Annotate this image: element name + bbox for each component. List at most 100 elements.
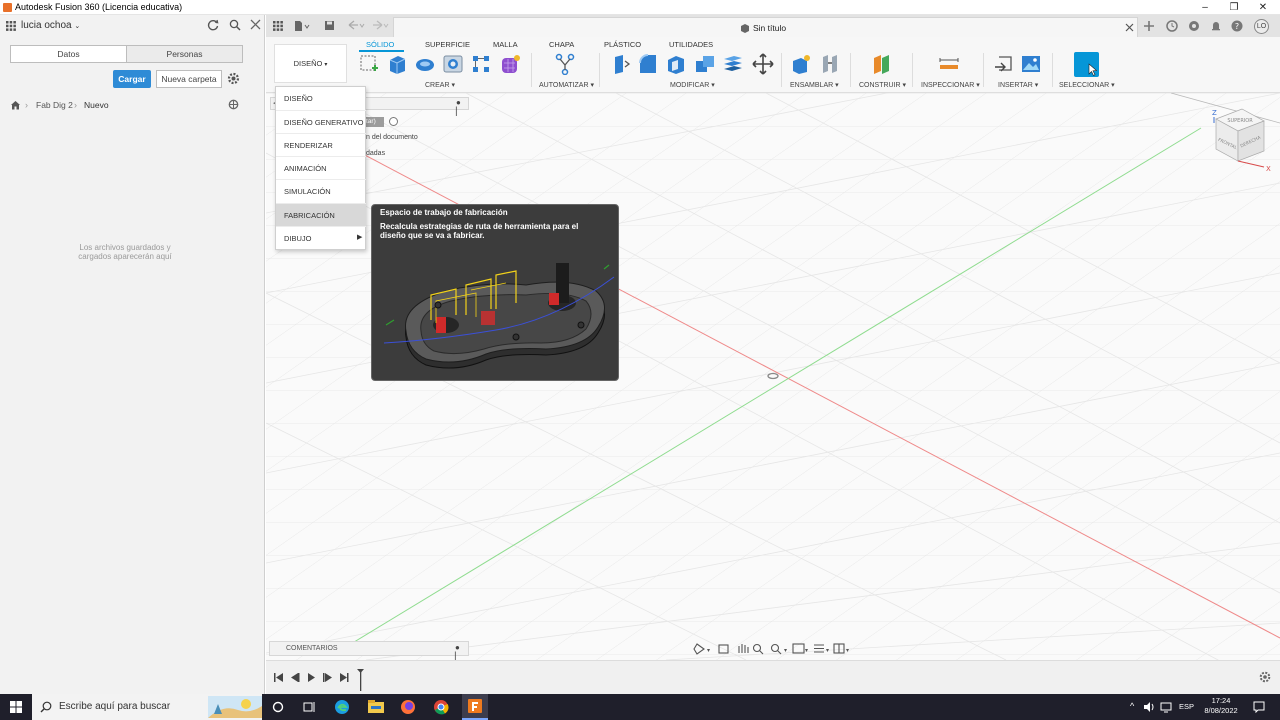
taskbar-search-box[interactable]: Escribe aquí para buscar: [32, 694, 262, 720]
viewcube[interactable]: SUPERIOR FRONTAL DERECHA Z X: [1206, 105, 1272, 173]
activate-radio-icon[interactable]: [389, 117, 398, 126]
menu-item-diseno-generativo[interactable]: DISEÑO GENERATIVO: [276, 110, 366, 133]
menu-item-dibujo[interactable]: DIBUJO: [276, 226, 366, 249]
revolve-icon[interactable]: [414, 53, 436, 75]
edge-browser-icon[interactable]: [334, 699, 350, 715]
new-component-icon[interactable]: [790, 53, 812, 75]
press-pull-icon[interactable]: [609, 53, 631, 75]
menu-item-fabricacion[interactable]: FABRICACIÓN: [276, 203, 366, 226]
timeline-settings-icon[interactable]: [1259, 671, 1271, 683]
fillet-icon[interactable]: [637, 53, 659, 75]
combine-icon[interactable]: [694, 53, 716, 75]
move-icon[interactable]: [752, 53, 774, 75]
measure-icon[interactable]: [938, 53, 960, 75]
browser-item-named-views[interactable]: dadas: [366, 150, 385, 157]
offset-face-icon[interactable]: [722, 53, 744, 75]
browser-options-icon[interactable]: ● ▏: [456, 98, 468, 116]
minimize-button[interactable]: –: [1190, 0, 1220, 15]
tab-personas[interactable]: Personas: [126, 45, 243, 63]
help-icon[interactable]: ?: [1231, 20, 1243, 32]
tab-malla[interactable]: MALLA: [493, 40, 518, 49]
group-construir[interactable]: CONSTRUIR ▾: [859, 81, 906, 89]
menu-item-animacion[interactable]: ANIMACIÓN: [276, 156, 366, 179]
create-sketch-icon[interactable]: [358, 53, 380, 75]
volume-icon[interactable]: [1143, 701, 1155, 713]
automate-icon[interactable]: [554, 53, 576, 75]
group-insertar[interactable]: INSERTAR ▾: [998, 81, 1038, 89]
tab-chapa[interactable]: CHAPA: [549, 40, 574, 49]
insert-derive-icon[interactable]: [993, 53, 1015, 75]
tab-utilidades[interactable]: UTILIDADES: [669, 40, 713, 49]
grid-icon[interactable]: [6, 21, 16, 31]
menu-item-simulacion[interactable]: SIMULACIÓN: [276, 179, 366, 202]
browser-item-document-settings[interactable]: n del documento: [366, 134, 418, 141]
firefox-icon[interactable]: [400, 699, 416, 715]
undo-icon[interactable]: [346, 19, 366, 31]
close-panel-icon[interactable]: [250, 19, 261, 30]
shell-icon[interactable]: [665, 53, 687, 75]
language-indicator[interactable]: ESP: [1179, 702, 1194, 711]
group-modificar[interactable]: MODIFICAR ▾: [670, 81, 715, 89]
comments-panel[interactable]: COMENTARIOS ● ▏: [269, 641, 469, 661]
home-icon[interactable]: [10, 100, 21, 110]
svg-text:▾: ▾: [846, 647, 849, 654]
team-settings-icon[interactable]: [228, 99, 239, 110]
select-icon[interactable]: [1074, 52, 1099, 77]
job-status-icon[interactable]: [1188, 20, 1200, 32]
notification-center-icon[interactable]: [1253, 701, 1265, 713]
chrome-icon[interactable]: [433, 699, 449, 715]
tab-solido[interactable]: SÓLIDO: [366, 40, 394, 49]
refresh-icon[interactable]: [207, 19, 219, 31]
extrude-icon[interactable]: [386, 53, 408, 75]
display-settings-icon: [792, 643, 805, 654]
cortana-icon[interactable]: [272, 701, 284, 713]
tab-superficie[interactable]: SUPERFICIE: [425, 40, 470, 49]
user-menu[interactable]: lucia ochoa ⌄: [21, 20, 80, 31]
data-panel-toggle-icon[interactable]: [273, 21, 283, 31]
joint-icon[interactable]: [819, 53, 841, 75]
menu-item-diseno[interactable]: DISEÑO: [276, 87, 366, 110]
tab-plastico[interactable]: PLÁSTICO: [604, 40, 641, 49]
document-tab[interactable]: Sin título: [393, 17, 1138, 37]
new-tab-icon[interactable]: [1143, 20, 1155, 32]
maximize-button[interactable]: ❐: [1219, 0, 1249, 15]
redo-icon[interactable]: [370, 19, 390, 31]
extensions-icon[interactable]: [1166, 20, 1178, 32]
group-inspeccionar[interactable]: INSPECCIONAR ▾: [921, 81, 980, 89]
group-seleccionar[interactable]: SELECCIONAR ▾: [1059, 81, 1115, 89]
save-icon[interactable]: [324, 20, 335, 31]
group-crear[interactable]: CREAR ▾: [425, 81, 455, 89]
windows-start-icon[interactable]: [10, 701, 22, 713]
file-icon[interactable]: [294, 20, 310, 32]
tab-datos[interactable]: Datos: [10, 45, 127, 63]
upload-button[interactable]: Cargar: [113, 70, 151, 88]
submenu-arrow-icon: ▶: [357, 234, 363, 241]
fusion360-taskbar-button[interactable]: [462, 694, 488, 720]
group-automatizar[interactable]: AUTOMATIZAR ▾: [539, 81, 594, 89]
form-icon[interactable]: [499, 53, 521, 75]
gear-icon[interactable]: [227, 72, 240, 85]
breadcrumb-folder[interactable]: Nuevo: [84, 100, 109, 110]
close-window-button[interactable]: ✕: [1248, 0, 1278, 15]
comments-label: COMENTARIOS: [286, 645, 338, 652]
hole-icon[interactable]: [442, 53, 464, 75]
pattern-icon[interactable]: [470, 53, 492, 75]
file-explorer-icon[interactable]: [368, 700, 384, 714]
notifications-icon[interactable]: [1210, 20, 1222, 32]
breadcrumb-project[interactable]: Fab Dig 2: [36, 100, 73, 110]
insert-canvas-icon[interactable]: [1020, 53, 1042, 75]
network-icon[interactable]: [1160, 701, 1172, 713]
task-view-icon[interactable]: [303, 701, 316, 713]
offset-plane-icon[interactable]: [871, 53, 893, 75]
search-icon[interactable]: [229, 19, 241, 31]
user-avatar[interactable]: LO: [1254, 19, 1269, 34]
tray-chevron-icon[interactable]: ^: [1130, 701, 1134, 711]
close-tab-icon[interactable]: [1125, 23, 1134, 32]
workspace-switcher[interactable]: DISEÑO ▾: [274, 44, 347, 83]
menu-item-renderizar[interactable]: RENDERIZAR: [276, 133, 366, 156]
clock[interactable]: 17:24 8/08/2022: [1198, 696, 1244, 716]
group-ensamblar[interactable]: ENSAMBLAR ▾: [790, 81, 839, 89]
comments-options-icon[interactable]: ● ▏: [455, 643, 468, 661]
pan-icon: [738, 644, 749, 653]
new-folder-button[interactable]: Nueva carpeta: [156, 70, 222, 88]
